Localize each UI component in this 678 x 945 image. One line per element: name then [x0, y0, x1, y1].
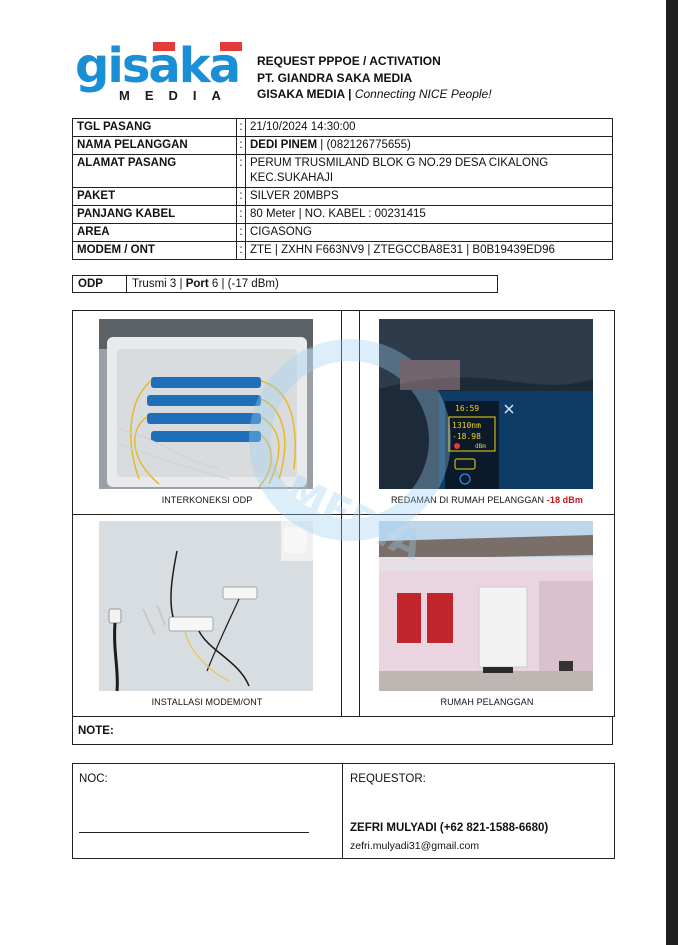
- photo-caption: INSTALLASI MODEM/ONT: [151, 697, 263, 707]
- cable-length-value: 80 Meter | NO. KABEL : 00231415: [245, 205, 613, 224]
- colon: :: [236, 118, 246, 137]
- header-title: REQUEST PPPOE / ACTIVATION: [257, 54, 441, 68]
- noc-signature-line: [79, 832, 309, 833]
- colon: :: [236, 205, 246, 224]
- meter-wavelength: 1310nm: [452, 421, 481, 430]
- meter-unit: dBm: [475, 443, 486, 450]
- header-company: PT. GIANDRA SAKA MEDIA: [257, 70, 413, 85]
- requestor-name: ZEFRI MULYADI (+62 821-1588-6680): [350, 822, 549, 834]
- package-value: SILVER 20MBPS: [245, 187, 613, 206]
- install-date-value: 21/10/2024 14:30:00: [245, 118, 613, 137]
- table-row: ALAMAT PASANG : PERUM TRUSMILAND BLOK G …: [72, 154, 613, 188]
- odp-port-value: 6 | (-17 dBm): [208, 278, 279, 290]
- colon: :: [236, 136, 246, 155]
- svg-text:gisaka: gisaka: [75, 40, 239, 94]
- svg-text:MEDIA: MEDIA: [119, 88, 236, 102]
- odp-name: Trusmi 3 |: [132, 278, 186, 290]
- customer-name: DEDI PINEM: [250, 139, 318, 151]
- odp-label: ODP: [73, 276, 127, 292]
- document-header: REQUEST PPPOE / ACTIVATION PT. GIANDRA S…: [257, 53, 492, 103]
- signature-section: NOC: REQUESTOR: ZEFRI MULYADI (+62 821-1…: [72, 763, 615, 859]
- noc-label: NOC:: [79, 773, 108, 785]
- header-brand: GISAKA MEDIA: [257, 87, 345, 101]
- photo-caption: REDAMAN DI RUMAH PELANGGAN -18 dBm: [360, 495, 614, 505]
- install-address-value: PERUM TRUSMILAND BLOK G NO.29 DESA CIKAL…: [245, 154, 613, 188]
- note-field: NOTE:: [72, 716, 613, 745]
- table-row: PAKET : SILVER 20MBPS: [72, 187, 613, 206]
- colon: :: [236, 187, 246, 206]
- power-meter-photo: 16:59 1310nm -18.98 dBm: [379, 319, 593, 489]
- photo-grid: INTERKONEKSI ODP 16:59 1310nm -18.98 dBm…: [72, 310, 615, 717]
- field-label: AREA: [72, 223, 237, 242]
- field-label: ALAMAT PASANG: [72, 154, 237, 188]
- divider: [342, 764, 343, 858]
- customer-phone: | (082126775655): [317, 139, 411, 151]
- caption-value: -18 dBm: [546, 495, 583, 505]
- odp-value: Trusmi 3 | Port 6 | (-17 dBm): [127, 276, 279, 292]
- area-value: CIGASONG: [245, 223, 613, 242]
- modem-install-photo: [99, 521, 313, 691]
- field-label: PAKET: [72, 187, 237, 206]
- table-row: TGL PASANG : 21/10/2024 14:30:00: [72, 118, 613, 137]
- modem-value: ZTE | ZXHN F663NV9 | ZTEGCCBA8E31 | B0B1…: [245, 241, 613, 260]
- odp-port-label: Port: [185, 278, 209, 290]
- table-row: AREA : CIGASONG: [72, 223, 613, 242]
- field-label: NAMA PELANGGAN: [72, 136, 237, 155]
- meter-power: -18.98: [452, 432, 481, 441]
- divider: [73, 514, 614, 515]
- gisaka-media-logo: gisaka MEDIA: [75, 40, 250, 102]
- odp-interconnect-photo: [99, 319, 313, 489]
- colon: :: [236, 223, 246, 242]
- screen-edge: [666, 0, 678, 945]
- installation-info-table: TGL PASANG : 21/10/2024 14:30:00 NAMA PE…: [72, 118, 613, 260]
- colon: :: [236, 241, 246, 260]
- customer-name-value: DEDI PINEM | (082126775655): [245, 136, 613, 155]
- field-label: PANJANG KABEL: [72, 205, 237, 224]
- requestor-label: REQUESTOR:: [350, 773, 426, 785]
- table-row: PANJANG KABEL : 80 Meter | NO. KABEL : 0…: [72, 205, 613, 224]
- document-page: gisaka MEDIA REQUEST PPPOE / ACTIVATION …: [0, 0, 666, 945]
- photo-caption: INTERKONEKSI ODP: [161, 495, 253, 505]
- customer-house-photo: [379, 521, 593, 691]
- colon: :: [236, 154, 246, 188]
- photo-caption: RUMAH PELANGGAN: [440, 697, 534, 707]
- table-row: MODEM / ONT : ZTE | ZXHN F663NV9 | ZTEGC…: [72, 241, 613, 260]
- field-label: TGL PASANG: [72, 118, 237, 137]
- field-label: MODEM / ONT: [72, 241, 237, 260]
- header-tagline-line: GISAKA MEDIA | Connecting NICE People!: [257, 86, 492, 103]
- caption-text: REDAMAN DI RUMAH PELANGGAN: [391, 495, 547, 505]
- meter-time: 16:59: [455, 404, 479, 413]
- table-row: NAMA PELANGGAN : DEDI PINEM | (082126775…: [72, 136, 613, 155]
- separator: |: [344, 87, 355, 101]
- requestor-email: zefri.mulyadi31@gmail.com: [350, 840, 480, 852]
- header-tagline: Connecting NICE People!: [354, 87, 492, 101]
- odp-row: ODP Trusmi 3 | Port 6 | (-17 dBm): [72, 275, 498, 293]
